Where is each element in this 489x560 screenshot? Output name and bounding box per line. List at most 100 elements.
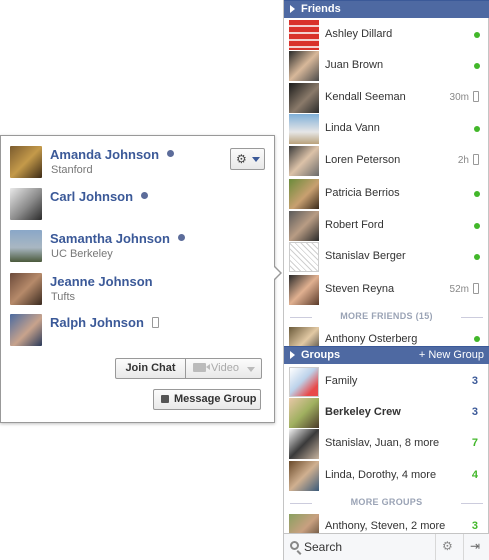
groups-section-header[interactable]: Groups + New Group — [284, 346, 489, 364]
idle-time: 52m — [449, 284, 469, 295]
avatar — [289, 51, 319, 81]
idle-status: 2h — [458, 154, 479, 166]
friend-row[interactable]: Ashley Dillard — [284, 19, 489, 51]
member-name[interactable]: Samantha Johnson — [50, 231, 185, 246]
member-count-badge: 3 — [471, 520, 478, 532]
unread-count-badge: 3 — [471, 375, 478, 387]
mobile-phone-icon — [473, 154, 479, 165]
friend-name: Ashley Dillard — [325, 28, 393, 40]
triangle-right-icon — [290, 351, 295, 359]
avatar — [289, 211, 319, 241]
more-groups-divider: MORE GROUPS — [290, 497, 483, 509]
mobile-phone-icon — [151, 317, 159, 328]
avatar[interactable] — [10, 230, 42, 262]
online-status-icon — [167, 150, 175, 157]
friend-name: Patricia Berrios — [325, 187, 400, 199]
member-name[interactable]: Jeanne Johnson — [50, 274, 153, 289]
avatar — [289, 275, 319, 305]
avatar — [289, 179, 319, 209]
avatar — [289, 461, 319, 491]
idle-status: 52m — [450, 283, 479, 295]
unread-count-badge: 3 — [471, 406, 478, 418]
divider — [435, 534, 436, 560]
group-name: Stanislav, Juan, 8 more — [325, 437, 440, 449]
new-group-link[interactable]: + New Group — [419, 347, 484, 363]
online-status-icon — [474, 32, 480, 38]
friend-name: Robert Ford — [325, 219, 384, 231]
member-name[interactable]: Amanda Johnson — [50, 147, 175, 162]
video-camera-icon — [193, 363, 210, 372]
idle-time: 2h — [457, 155, 469, 166]
group-name: Anthony, Steven, 2 more — [325, 520, 446, 532]
member-count-badge: 7 — [471, 437, 478, 449]
group-row[interactable]: Stanislav, Juan, 8 more 7 — [284, 428, 489, 460]
friend-row[interactable]: Robert Ford — [284, 210, 489, 242]
group-row-family[interactable]: Family 3 — [284, 366, 489, 398]
avatar[interactable] — [10, 273, 42, 305]
message-group-label: Message Group — [174, 393, 257, 405]
group-settings-button[interactable]: ⚙ — [230, 148, 265, 170]
friend-name: Steven Reyna — [325, 283, 395, 295]
online-status-icon — [474, 126, 480, 132]
group-name: Berkeley Crew — [325, 406, 401, 418]
gear-icon: ⚙ — [236, 152, 247, 166]
friend-name: Anthony Osterberg — [325, 333, 418, 345]
join-chat-button[interactable]: Join Chat — [115, 358, 186, 379]
video-button[interactable]: Video — [185, 358, 262, 379]
member-name[interactable]: Ralph Johnson — [50, 315, 159, 330]
friend-row[interactable]: Patricia Berrios — [284, 178, 489, 210]
friend-row[interactable]: Juan Brown — [284, 50, 489, 82]
friend-row[interactable]: Kendall Seeman 30m — [284, 82, 489, 114]
avatar — [289, 83, 319, 113]
card-pointer-inner — [273, 266, 280, 280]
message-group-button[interactable]: Message Group — [153, 389, 261, 410]
avatar[interactable] — [10, 146, 42, 178]
search-icon — [290, 541, 299, 550]
group-name: Linda, Dorothy, 4 more — [325, 469, 437, 481]
online-status-icon — [474, 63, 480, 69]
pop-out-icon[interactable]: ⇥ — [470, 539, 480, 553]
avatar — [289, 398, 319, 428]
group-row-berkeley-crew[interactable]: Berkeley Crew 3 — [284, 397, 489, 429]
video-label: Video — [211, 362, 239, 374]
friend-name: Linda Vann — [325, 122, 380, 134]
friend-name: Loren Peterson — [325, 154, 401, 166]
member-subtitle: Stanford — [51, 164, 93, 176]
divider — [463, 534, 464, 560]
online-status-icon — [177, 234, 185, 241]
chat-sidebar: Friends Ashley Dillard Juan Brown Kendal… — [283, 0, 489, 560]
groups-title: Groups — [301, 349, 341, 361]
avatar[interactable] — [10, 188, 42, 220]
friend-row[interactable]: Stanislav Berger — [284, 241, 489, 273]
member-count-badge: 4 — [471, 469, 478, 481]
chevron-down-icon — [252, 157, 260, 162]
friend-row[interactable]: Anthony Osterberg — [284, 326, 489, 346]
avatar[interactable] — [10, 314, 42, 346]
member-name[interactable]: Carl Johnson — [50, 189, 149, 204]
avatar — [289, 146, 319, 176]
friend-row[interactable]: Loren Peterson 2h — [284, 145, 489, 177]
chevron-down-icon — [247, 367, 255, 372]
avatar — [289, 327, 319, 346]
group-row[interactable]: Linda, Dorothy, 4 more 4 — [284, 460, 489, 492]
online-status-icon — [141, 192, 149, 199]
friends-section-header[interactable]: Friends — [284, 0, 489, 18]
gear-icon[interactable]: ⚙ — [442, 539, 453, 553]
idle-time: 30m — [449, 92, 469, 103]
search-input[interactable]: Search — [304, 540, 342, 554]
group-name: Family — [325, 375, 358, 387]
friend-row[interactable]: Linda Vann — [284, 113, 489, 145]
chat-search-bar: Search ⚙ ⇥ — [284, 533, 489, 560]
friends-title: Friends — [301, 3, 341, 15]
friend-row[interactable]: Steven Reyna 52m — [284, 274, 489, 306]
avatar — [289, 114, 319, 144]
avatar — [289, 429, 319, 459]
mobile-phone-icon — [473, 91, 479, 102]
message-icon — [161, 395, 169, 403]
avatar — [289, 242, 319, 272]
idle-status: 30m — [450, 91, 479, 103]
avatar — [289, 20, 319, 50]
group-row[interactable]: Anthony, Steven, 2 more 3 — [284, 511, 489, 533]
triangle-right-icon — [290, 5, 295, 13]
more-friends-divider: MORE FRIENDS (15) — [290, 311, 483, 323]
